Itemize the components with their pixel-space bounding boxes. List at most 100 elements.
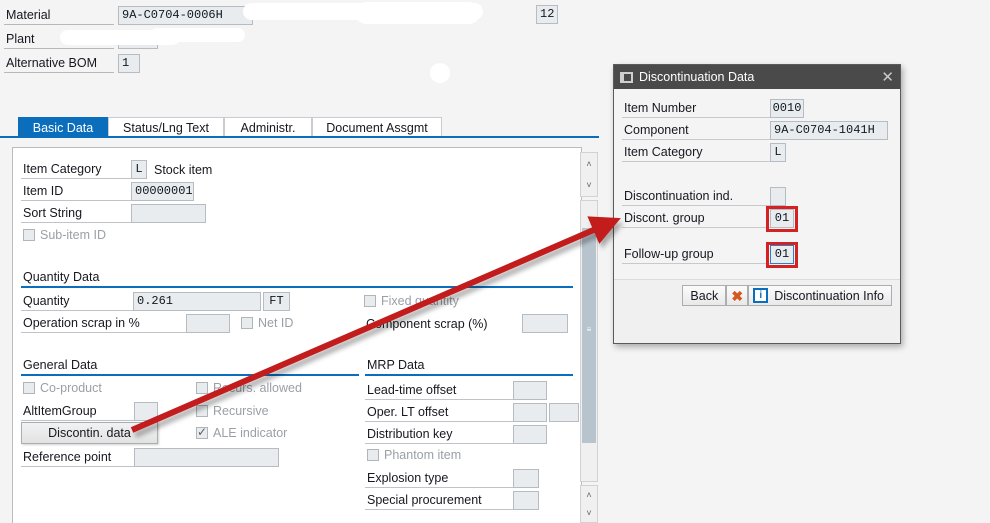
material-input[interactable]: 9A-C0704-0006H — [118, 5, 253, 25]
label-fixed-quantity: Fixed quantity — [381, 294, 459, 308]
discontinuation-dialog: Discontinuation Data ✕ Item Number 0010 … — [613, 64, 901, 344]
dialog-label-component: Component — [622, 121, 770, 140]
item-category-text: Stock item — [154, 162, 213, 177]
tab-basic-data[interactable]: Basic Data — [18, 117, 108, 137]
row-alt-item-group: AltItemGroup — [21, 402, 158, 421]
net-id-checkbox[interactable] — [241, 317, 253, 329]
tab-document-assgmt-label: Document Assgmt — [326, 120, 428, 135]
label-phantom-item: Phantom item — [384, 448, 462, 462]
dialog-title-text: Discontinuation Data — [639, 70, 755, 84]
tab-status-lng-text[interactable]: Status/Lng Text — [108, 117, 224, 137]
row-phantom-item: Phantom item — [367, 448, 461, 462]
reference-point-input[interactable] — [134, 448, 279, 467]
oper-lt-offset-input[interactable] — [513, 403, 547, 422]
phantom-item-checkbox[interactable] — [367, 449, 379, 461]
item-id-input[interactable]: 00000001 — [131, 182, 194, 201]
dialog-cancel-button[interactable]: ✖ — [726, 285, 749, 306]
alternative-bom-input[interactable]: 1 — [118, 53, 140, 73]
discontin-data-button[interactable]: Discontin. data — [21, 422, 158, 444]
header-row-alt-bom: Alternative BOM 1 — [4, 53, 140, 73]
basic-data-panel: Item Category L Stock item Item ID 00000… — [12, 147, 582, 523]
sort-string-input[interactable] — [131, 204, 206, 223]
highlight-follow-up-group — [766, 242, 798, 268]
row-reference-point: Reference point — [21, 448, 279, 467]
scroll-up-icon-bottom[interactable]: ˄ — [581, 486, 597, 504]
distribution-key-input[interactable] — [513, 425, 547, 444]
quantity-unit-input[interactable]: FT — [263, 292, 290, 311]
operation-scrap-input[interactable] — [186, 314, 230, 333]
alt-item-group-input[interactable] — [134, 402, 158, 421]
panel-scrollbar-bottom[interactable]: ˄ ˅ — [580, 485, 598, 523]
dialog-body: Item Number 0010 Component 9A-C0704-1041… — [614, 89, 900, 311]
group-title-mrp-data: MRP Data — [367, 358, 425, 372]
dialog-label-item-category: Item Category — [622, 143, 770, 162]
dialog-component-input[interactable]: 9A-C0704-1041H — [770, 121, 888, 140]
row-component-scrap: Component scrap (%) — [364, 314, 568, 333]
sub-item-id-checkbox[interactable] — [23, 229, 35, 241]
co-product-checkbox[interactable] — [23, 382, 35, 394]
recursive-checkbox[interactable] — [196, 405, 208, 417]
special-procurement-input[interactable] — [513, 491, 539, 510]
dialog-row-item-number: Item Number 0010 — [622, 99, 804, 118]
row-distribution-key: Distribution key — [365, 425, 547, 444]
row-sub-item-id: Sub-item ID — [23, 228, 106, 242]
dialog-row-item-category: Item Category L — [622, 143, 786, 162]
ale-indicator-checkbox[interactable] — [196, 425, 208, 439]
row-fixed-quantity: Fixed quantity — [364, 294, 459, 308]
fixed-quantity-checkbox[interactable] — [364, 295, 376, 307]
header-label-alternative-bom: Alternative BOM — [4, 54, 114, 73]
explosion-type-input[interactable] — [513, 469, 539, 488]
label-recursive: Recursive — [213, 404, 269, 418]
row-special-procurement: Special procurement — [365, 491, 539, 510]
label-distribution-key: Distribution key — [365, 425, 513, 444]
label-item-category: Item Category — [21, 160, 131, 179]
dialog-discontinuation-ind-input[interactable] — [770, 187, 786, 206]
quantity-input[interactable]: 0.261 — [133, 292, 261, 311]
dialog-item-category-input[interactable]: L — [770, 143, 786, 162]
dialog-row-component: Component 9A-C0704-1041H — [622, 121, 888, 140]
close-icon[interactable]: ✕ — [881, 70, 894, 85]
dialog-label-item-number: Item Number — [622, 99, 770, 118]
row-operation-scrap: Operation scrap in % — [21, 314, 230, 333]
lead-time-offset-input[interactable] — [513, 381, 547, 400]
item-category-code-input[interactable]: L — [131, 160, 147, 179]
cancel-x-icon: ✖ — [731, 287, 744, 304]
dialog-back-label: Back — [690, 288, 719, 303]
label-alt-item-group: AltItemGroup — [21, 402, 134, 421]
label-operation-scrap: Operation scrap in % — [21, 314, 186, 333]
label-sub-item-id: Sub-item ID — [40, 228, 106, 242]
redaction-blob-5 — [430, 63, 450, 83]
oper-lt-offset-input-2[interactable] — [549, 403, 579, 422]
label-explosion-type: Explosion type — [365, 469, 513, 488]
tab-administr[interactable]: Administr. — [224, 117, 312, 137]
label-ale-indicator: ALE indicator — [213, 426, 288, 440]
scroll-down-icon-outer[interactable]: ˅ — [581, 174, 597, 195]
screen: Material 9A-C0704-0006H Plant Alternativ… — [0, 0, 990, 523]
header-label-material: Material — [4, 6, 114, 25]
panel-scrollbar-outer[interactable]: ˄ ˅ — [580, 152, 598, 197]
label-sort-string: Sort String — [21, 204, 131, 223]
group-rule-quantity-data — [21, 286, 573, 288]
row-sort-string: Sort String — [21, 204, 206, 223]
dialog-title-bar[interactable]: Discontinuation Data ✕ — [614, 65, 900, 89]
panel-scroll-thumb[interactable]: ≡ — [582, 228, 596, 443]
scroll-down-icon-bottom[interactable]: ˅ — [581, 504, 597, 522]
dialog-back-button[interactable]: Back — [682, 285, 727, 306]
row-item-id: Item ID 00000001 — [21, 182, 194, 201]
window-icon — [620, 71, 633, 83]
label-oper-lt-offset: Oper. LT offset — [365, 403, 513, 422]
panel-scroll-track[interactable]: ≡ — [580, 200, 598, 482]
group-rule-mrp-data — [365, 374, 573, 376]
header-corner-value[interactable]: 12 — [536, 5, 558, 24]
label-item-id: Item ID — [21, 182, 131, 201]
dialog-footer: Back ✖ i Discontinuation Info — [614, 279, 900, 311]
recurs-allowed-checkbox[interactable] — [196, 382, 208, 394]
component-scrap-input[interactable] — [522, 314, 568, 333]
dialog-item-number-input[interactable]: 0010 — [770, 99, 804, 118]
row-ale-indicator: ALE indicator — [196, 425, 288, 440]
tab-administr-label: Administr. — [240, 120, 296, 135]
tab-document-assgmt[interactable]: Document Assgmt — [312, 117, 442, 137]
dialog-discontinuation-info-button[interactable]: i Discontinuation Info — [748, 285, 892, 306]
discontin-data-button-label: Discontin. data — [48, 426, 131, 440]
scroll-up-icon-outer[interactable]: ˄ — [581, 153, 597, 174]
